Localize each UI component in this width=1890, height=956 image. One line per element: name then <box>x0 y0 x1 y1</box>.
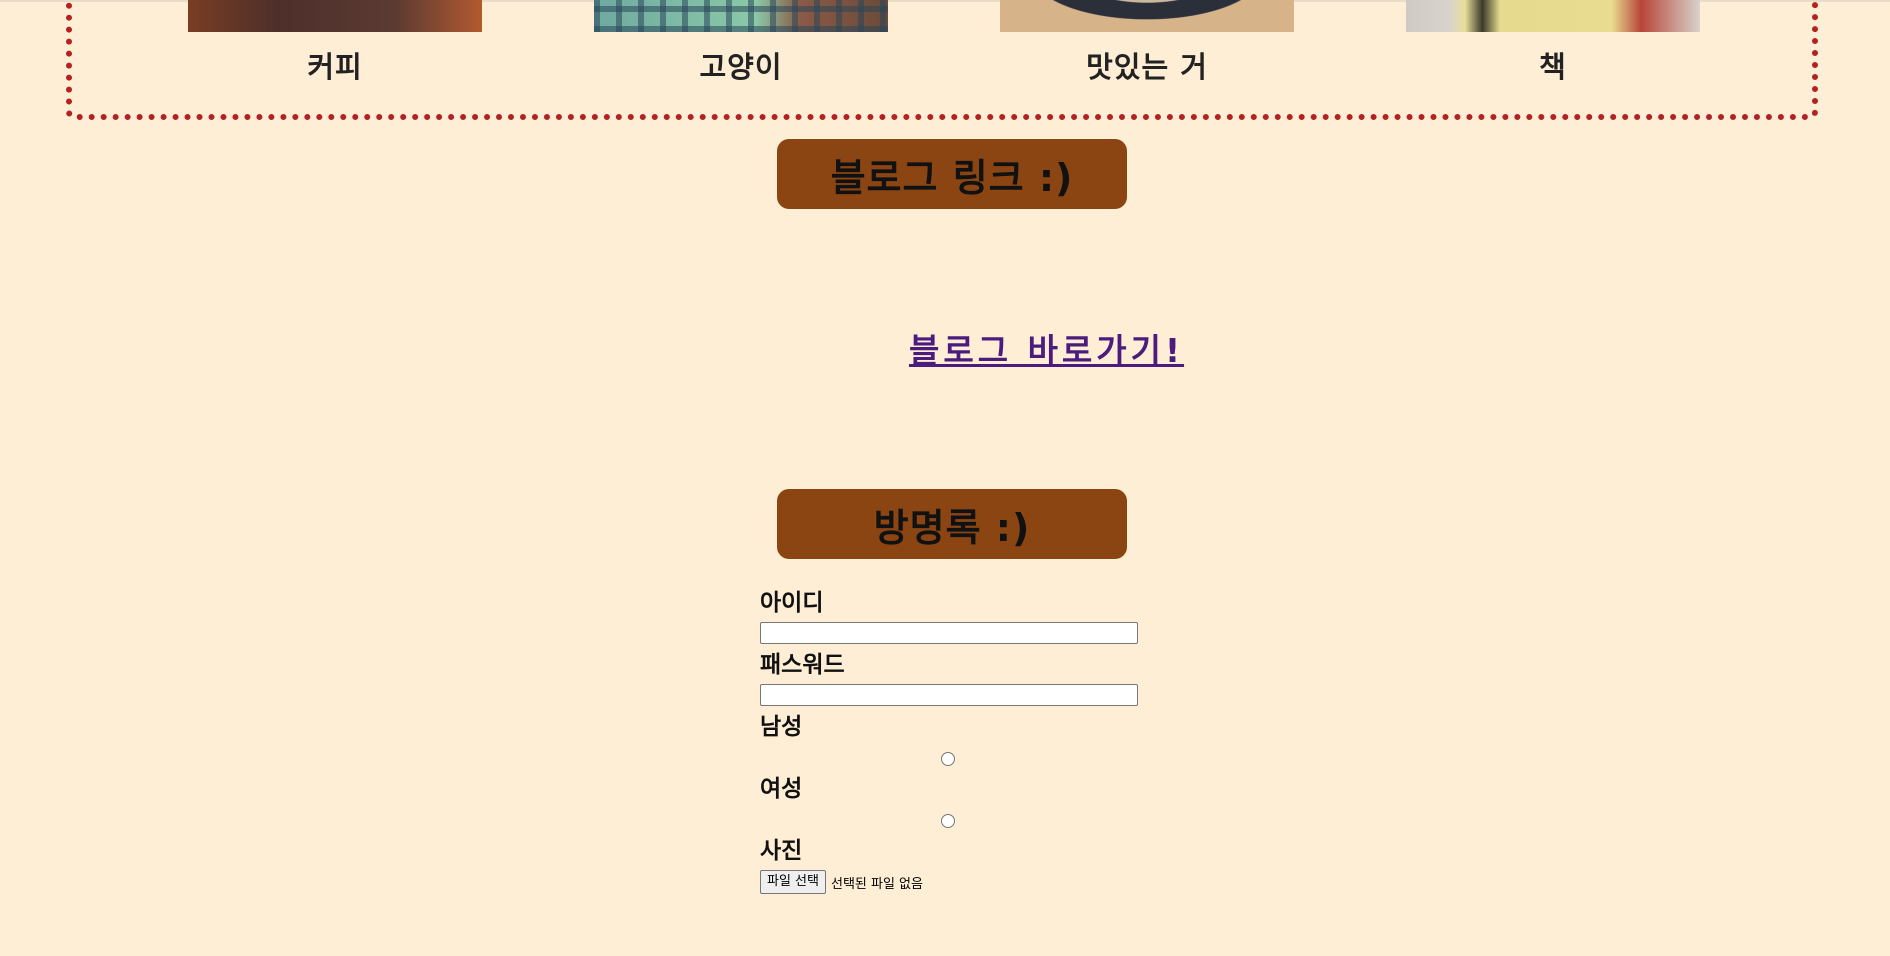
gallery-item-coffee[interactable]: 커피 <box>188 0 482 86</box>
guestbook-section-header: 방명록 :) <box>777 489 1127 559</box>
gallery-item-book[interactable]: 책 <box>1406 0 1700 86</box>
book-photo[interactable] <box>1406 0 1700 32</box>
file-status-text: 선택된 파일 없음 <box>830 876 923 892</box>
password-input[interactable] <box>760 684 1138 706</box>
gallery-caption: 책 <box>1539 50 1567 84</box>
blog-section-header: 블로그 링크 :) <box>777 139 1127 209</box>
file-picker: 파일 선택 선택된 파일 없음 <box>760 870 1160 894</box>
guestbook-form: 아이디 패스워드 남성 여성 사진 파일 선택 선택된 파일 없음 <box>760 586 1160 894</box>
gallery-item-cat[interactable]: 고양이 <box>594 0 888 86</box>
gallery-caption: 맛있는 거 <box>1086 50 1208 84</box>
password-label: 패스워드 <box>760 652 845 678</box>
gallery-caption: 커피 <box>307 50 363 84</box>
male-radio[interactable] <box>941 752 955 766</box>
female-radio-row <box>760 806 1160 834</box>
blog-link[interactable]: 블로그 바로가기! <box>909 324 1184 372</box>
female-radio[interactable] <box>941 814 955 828</box>
female-label: 여성 <box>760 776 803 802</box>
id-input[interactable] <box>760 622 1138 644</box>
male-label: 남성 <box>760 714 803 740</box>
cat-photo[interactable] <box>594 0 888 32</box>
photo-gallery: 커피 고양이 맛있는 거 책 <box>66 0 1818 120</box>
coffee-photo[interactable] <box>188 0 482 32</box>
id-label: 아이디 <box>760 590 824 616</box>
file-select-button[interactable]: 파일 선택 <box>760 870 826 894</box>
gallery-item-food[interactable]: 맛있는 거 <box>1000 0 1294 86</box>
food-photo[interactable] <box>1000 0 1294 32</box>
photo-label: 사진 <box>760 838 803 864</box>
gallery-caption: 고양이 <box>699 50 783 84</box>
male-radio-row <box>760 744 1160 772</box>
